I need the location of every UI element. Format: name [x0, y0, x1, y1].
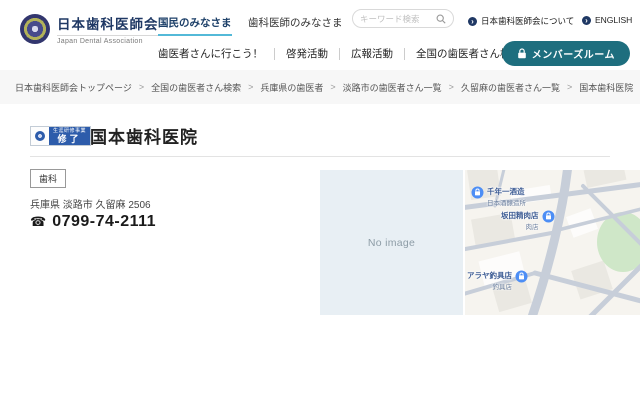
tab-dentists[interactable]: 歯科医師のみなさま: [248, 15, 343, 30]
english-link-label: ENGLISH: [595, 15, 633, 25]
page-title: 国本歯科医院: [90, 128, 198, 147]
members-room-button[interactable]: メンバーズルーム: [501, 41, 630, 66]
logo-title: 日本歯科医師会: [57, 17, 159, 32]
breadcrumb-home[interactable]: 日本歯科医師会トップページ: [15, 81, 132, 94]
secondary-nav: 歯医者さんに行こう！ 啓発活動 広報活動 全国の歯医者さん検索: [158, 46, 532, 61]
site-header: 日本歯科医師会 Japan Dental Association 国民のみなさま…: [0, 0, 640, 70]
phone-link[interactable]: ☎ 0799-74-2111: [30, 213, 156, 231]
poi-name: アラヤ釣具店: [467, 271, 512, 280]
about-link-label: 日本歯科医師会について: [481, 16, 575, 26]
breadcrumb-separator: >: [448, 82, 454, 92]
badge-line2: 修了: [57, 134, 82, 144]
poi-marker-icon: [515, 270, 528, 283]
poi-name: 坂田精肉店: [501, 211, 539, 220]
logo-subtitle: Japan Dental Association: [57, 35, 159, 45]
map[interactable]: 千年一酒造 日本酒醸造所 坂田精肉店 肉店 アラヤ釣具店 釣具店: [465, 170, 640, 315]
circle-arrow-icon: ›: [582, 15, 591, 25]
poi-subtitle: 釣具店: [492, 284, 513, 291]
breadcrumb-search[interactable]: 全国の歯医者さん検索: [151, 81, 241, 94]
phone-icon: ☎: [30, 214, 47, 229]
category-chip: 歯科: [30, 169, 67, 188]
breadcrumb-separator: >: [330, 82, 336, 92]
circle-arrow-icon: ›: [468, 16, 477, 26]
english-link[interactable]: › ENGLISH: [582, 15, 632, 25]
about-link[interactable]: › 日本歯科医師会について: [468, 15, 574, 27]
breadcrumb-separator: >: [248, 82, 254, 92]
search-box[interactable]: [352, 9, 454, 28]
breadcrumb-current: 国本歯科医院: [579, 82, 634, 93]
search-icon: [436, 14, 446, 24]
nav-go-to-dentist[interactable]: 歯医者さんに行こう！: [158, 46, 274, 61]
clinic-address: 兵庫県 淡路市 久留麻 2506: [30, 200, 151, 211]
breadcrumb: 日本歯科医師会トップページ > 全国の歯医者さん検索 > 兵庫県の歯医者 > 淡…: [0, 70, 640, 104]
members-room-label: メンバーズルーム: [531, 50, 615, 61]
training-completion-badge: 生涯研修事業 修了: [30, 126, 92, 146]
site-logo[interactable]: 日本歯科医師会 Japan Dental Association: [20, 13, 159, 45]
poi-marker-icon: [471, 186, 484, 199]
breadcrumb-separator: >: [138, 82, 145, 92]
poi-name: 千年一酒造: [487, 187, 525, 196]
page: 日本歯科医師会 Japan Dental Association 国民のみなさま…: [0, 0, 640, 400]
badge-emblem-icon: [31, 127, 49, 145]
breadcrumb-prefecture[interactable]: 兵庫県の歯医者: [260, 81, 323, 94]
map-poi-sake-brewery[interactable]: 千年一酒造 日本酒醸造所: [471, 186, 526, 207]
phone-number: 0799-74-2111: [52, 213, 157, 230]
search-input[interactable]: [360, 13, 436, 24]
lock-icon: [517, 48, 526, 59]
breadcrumb-area[interactable]: 久留麻の歯医者さん一覧: [461, 81, 560, 94]
clinic-photo-placeholder: No image: [320, 170, 463, 315]
poi-subtitle: 肉店: [525, 224, 539, 231]
nav-awareness[interactable]: 啓発活動: [275, 46, 339, 61]
breadcrumb-separator: >: [566, 82, 573, 92]
no-image-label: No image: [367, 236, 416, 249]
poi-marker-icon: [542, 210, 554, 223]
map-poi-butcher[interactable]: 坂田精肉店 肉店: [501, 210, 555, 231]
poi-subtitle: 日本酒醸造所: [487, 200, 526, 207]
jda-emblem-icon: [20, 14, 50, 44]
divider: [30, 156, 610, 157]
breadcrumb-city[interactable]: 淡路市の歯医者さん一覧: [343, 81, 442, 94]
map-poi-fishing-shop[interactable]: アラヤ釣具店 釣具店: [467, 270, 528, 291]
nav-public-relations[interactable]: 広報活動: [340, 46, 404, 61]
tab-citizens[interactable]: 国民のみなさま: [158, 15, 232, 36]
